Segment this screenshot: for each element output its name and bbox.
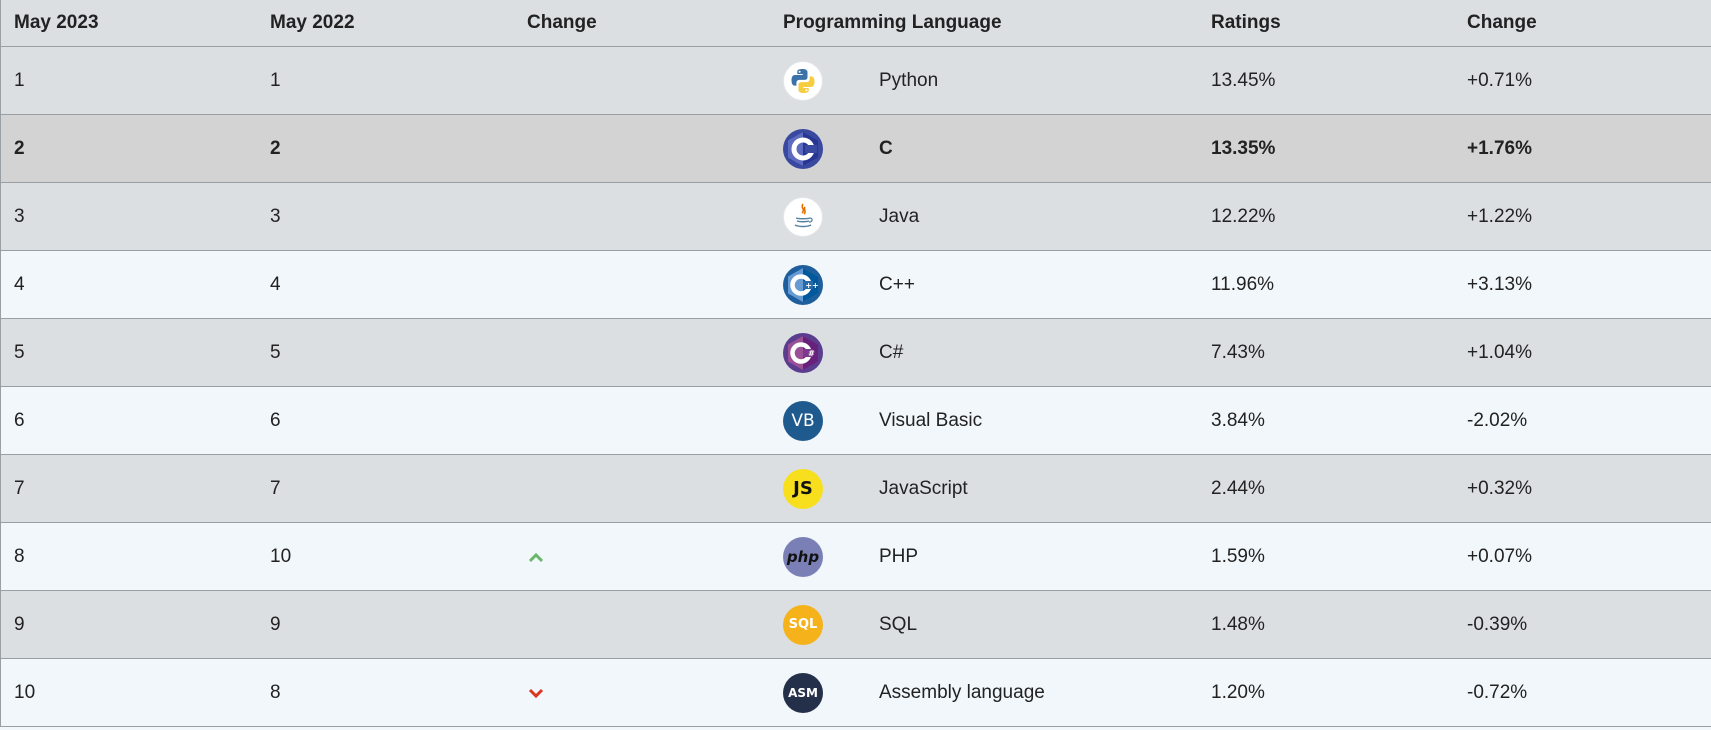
table-row: 4 4 ++ C++ 11.96% +3.13% bbox=[1, 251, 1711, 319]
svg-text:++: ++ bbox=[805, 281, 818, 290]
table-row: 10 8 ASM Assembly language 1.20% -0.72% bbox=[1, 659, 1711, 727]
header-change-rank[interactable]: Change bbox=[527, 0, 597, 46]
rating-change: +0.07% bbox=[1467, 545, 1532, 567]
ranking-table: May 2023 May 2022 Change Programming Lan… bbox=[0, 0, 1711, 727]
rank-2022: 1 bbox=[270, 69, 281, 91]
rating-value: 7.43% bbox=[1211, 341, 1265, 363]
rank-2022: 5 bbox=[270, 341, 281, 363]
rating-value: 13.35% bbox=[1211, 137, 1276, 159]
rank-2023: 5 bbox=[14, 341, 25, 363]
table-row: 8 10 php PHP 1.59% +0.07% bbox=[1, 523, 1711, 591]
arrow-down-icon bbox=[528, 688, 544, 698]
rank-2023: 2 bbox=[14, 137, 25, 159]
table-row: 6 6 VB Visual Basic 3.84% -2.02% bbox=[1, 387, 1711, 455]
header-programming-language[interactable]: Programming Language bbox=[783, 0, 1002, 46]
rank-2023: 3 bbox=[14, 205, 25, 227]
assembly-logo-icon: ASM bbox=[783, 672, 823, 713]
arrow-up-icon bbox=[528, 552, 544, 562]
csharp-logo-icon: # bbox=[783, 332, 823, 373]
rank-2023: 1 bbox=[14, 69, 25, 91]
rating-change: +1.76% bbox=[1467, 137, 1532, 159]
visual-basic-logo-icon: VB bbox=[783, 400, 823, 441]
table-row: 3 3 Java 12.22% +1.22% bbox=[1, 183, 1711, 251]
header-ratings[interactable]: Ratings bbox=[1211, 0, 1281, 46]
rating-value: 2.44% bbox=[1211, 477, 1265, 499]
rating-change: -2.02% bbox=[1467, 409, 1528, 431]
rating-change: +0.71% bbox=[1467, 69, 1532, 91]
header-may-2022[interactable]: May 2022 bbox=[270, 0, 355, 46]
rating-change: -0.39% bbox=[1467, 613, 1528, 635]
language-name[interactable]: PHP bbox=[879, 523, 918, 590]
rank-2022: 9 bbox=[270, 613, 281, 635]
cpp-logo-icon: ++ bbox=[783, 264, 823, 305]
rank-2022: 10 bbox=[270, 545, 292, 567]
language-name[interactable]: JavaScript bbox=[879, 455, 968, 522]
python-logo-icon bbox=[783, 60, 823, 101]
rank-2023: 10 bbox=[14, 681, 36, 703]
sql-logo-icon: SQL bbox=[783, 604, 823, 645]
table-header: May 2023 May 2022 Change Programming Lan… bbox=[1, 0, 1711, 47]
rank-2022: 7 bbox=[270, 477, 281, 499]
c-logo-icon bbox=[783, 128, 823, 169]
php-logo-icon: php bbox=[783, 536, 823, 577]
rank-2022: 3 bbox=[270, 205, 281, 227]
rating-change: +3.13% bbox=[1467, 273, 1532, 295]
rank-2023: 7 bbox=[14, 477, 25, 499]
rank-2023: 6 bbox=[14, 409, 25, 431]
rank-2023: 8 bbox=[14, 545, 25, 567]
svg-text:#: # bbox=[808, 349, 815, 358]
rating-change: +1.04% bbox=[1467, 341, 1532, 363]
header-may-2023[interactable]: May 2023 bbox=[14, 0, 99, 46]
rating-value: 11.96% bbox=[1211, 273, 1275, 295]
rank-2022: 2 bbox=[270, 137, 281, 159]
rating-value: 12.22% bbox=[1211, 205, 1276, 227]
language-name[interactable]: C++ bbox=[879, 251, 915, 318]
table-row: 7 7 JS JavaScript 2.44% +0.32% bbox=[1, 455, 1711, 523]
header-change-ratings[interactable]: Change bbox=[1467, 0, 1537, 46]
language-name[interactable]: C bbox=[879, 115, 893, 182]
language-name[interactable]: Java bbox=[879, 183, 919, 250]
rating-change: -0.72% bbox=[1467, 681, 1528, 703]
rating-value: 1.59% bbox=[1211, 545, 1265, 567]
language-name[interactable]: C# bbox=[879, 319, 903, 386]
language-name[interactable]: Python bbox=[879, 47, 938, 114]
rating-change: +0.32% bbox=[1467, 477, 1532, 499]
java-logo-icon bbox=[783, 196, 823, 237]
table-row: 9 9 SQL SQL 1.48% -0.39% bbox=[1, 591, 1711, 659]
rating-change: +1.22% bbox=[1467, 205, 1532, 227]
language-name[interactable]: Assembly language bbox=[879, 659, 1045, 726]
table-row-highlighted: 2 2 C 13.35% +1.76% bbox=[1, 115, 1711, 183]
rating-value: 13.45% bbox=[1211, 69, 1276, 91]
rank-2023: 9 bbox=[14, 613, 25, 635]
rating-value: 3.84% bbox=[1211, 409, 1265, 431]
table-row: 1 1 Python 13.45% +0.71% bbox=[1, 47, 1711, 115]
rank-2023: 4 bbox=[14, 273, 25, 295]
rating-value: 1.48% bbox=[1211, 613, 1265, 635]
javascript-logo-icon: JS bbox=[783, 468, 823, 509]
rating-value: 1.20% bbox=[1211, 681, 1265, 703]
language-name[interactable]: SQL bbox=[879, 591, 917, 658]
language-name[interactable]: Visual Basic bbox=[879, 387, 982, 454]
rank-2022: 4 bbox=[270, 273, 281, 295]
rank-2022: 8 bbox=[270, 681, 281, 703]
rank-2022: 6 bbox=[270, 409, 281, 431]
table-row: 5 5 # C# 7.43% +1.04% bbox=[1, 319, 1711, 387]
